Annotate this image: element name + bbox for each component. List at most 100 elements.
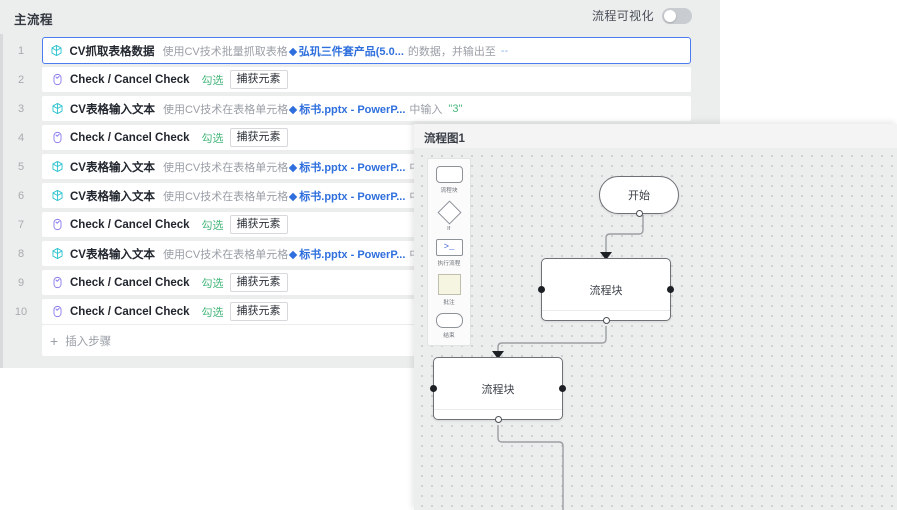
- step-name: CV抓取表格数据: [69, 45, 155, 58]
- diamond-shape-icon: [436, 200, 462, 225]
- step-number: 4: [17, 131, 25, 144]
- step-name: CV表格输入文本: [70, 161, 155, 174]
- step-row[interactable]: 3 CV表格输入文本 使用CV技术在表格单元格 标书.pptx - PowerP...…: [0, 94, 720, 123]
- node-divider: [434, 409, 562, 410]
- flow-node-block-1[interactable]: 流程块: [538, 258, 674, 324]
- cv-cube-icon: [50, 189, 64, 203]
- palette-process-block[interactable]: 流程块: [428, 166, 470, 194]
- visualize-toggle[interactable]: [662, 7, 692, 24]
- step-number: 5: [17, 160, 25, 173]
- step-description: 使用CV技术在表格单元格: [162, 248, 289, 261]
- port-start-bottom[interactable]: [635, 210, 643, 217]
- diamond-icon: [289, 250, 298, 259]
- value-token: 勾选: [201, 219, 224, 232]
- step-name: CV表格输入文本: [70, 103, 155, 116]
- capture-element-button[interactable]: 捕获元素: [229, 127, 288, 148]
- step-description: 的数据，并输出至: [407, 45, 496, 58]
- element-token-label: 标书.pptx - PowerP...: [299, 161, 406, 174]
- cv-cube-icon: [50, 247, 64, 261]
- flowchart-panel: 流程图1 流程块 If >_ 执行流程 批注 结束 开始 流程块 流程块: [414, 124, 897, 510]
- element-token[interactable]: 弘玑三件套产品(5.0...: [288, 43, 404, 59]
- flow-node-start-label: 开始: [628, 190, 650, 202]
- palette-item-label: 执行流程: [437, 261, 461, 267]
- capture-element-button[interactable]: 捕获元素: [229, 272, 288, 293]
- step-row[interactable]: 2 Check / Cancel Check 勾选 捕获元素: [0, 65, 720, 94]
- capture-element-button[interactable]: 捕获元素: [229, 69, 288, 90]
- port-block2-bottom[interactable]: [494, 416, 502, 423]
- flowchart-canvas[interactable]: 流程块 If >_ 执行流程批注结束 开始 流程块 流程块: [414, 148, 897, 510]
- step-description: 使用CV技术批量抓取表格: [162, 45, 288, 58]
- palette-end[interactable]: 结束: [428, 313, 470, 339]
- palette-run-flow[interactable]: >_ 执行流程: [428, 239, 470, 267]
- step-name: Check / Cancel Check: [70, 131, 190, 144]
- diamond-icon: [288, 47, 298, 56]
- step-card[interactable]: CV抓取表格数据 使用CV技术批量抓取表格 弘玑三件套产品(5.0... 的数据，并输…: [42, 37, 691, 64]
- note-shape-icon: [437, 274, 461, 295]
- workflow-header: 主流程 流程可视化: [0, 0, 720, 34]
- port-block1-right[interactable]: [667, 286, 674, 293]
- insert-step-inner: + 插入步骤: [50, 333, 111, 349]
- port-block2-right[interactable]: [559, 385, 566, 392]
- port-block1-left[interactable]: [538, 286, 545, 293]
- element-token-label: 标书.pptx - PowerP...: [299, 103, 406, 116]
- flowchart-header: 流程图1: [414, 124, 897, 148]
- step-number: 2: [17, 73, 25, 86]
- step-card[interactable]: CV表格输入文本使用CV技术在表格单元格标书.pptx - PowerP...中…: [42, 96, 691, 121]
- toggle-knob: [664, 9, 676, 22]
- step-number: 7: [17, 218, 25, 231]
- value-token: 勾选: [201, 277, 224, 290]
- port-block1-bottom[interactable]: [602, 317, 610, 324]
- cv-cube-icon: [50, 44, 64, 58]
- element-token-label: 标书.pptx - PowerP...: [299, 190, 406, 203]
- check-square-icon: [50, 218, 64, 232]
- step-description: 使用CV技术在表格单元格: [162, 190, 289, 203]
- flowchart-title: 流程图1: [424, 133, 465, 145]
- shape-palette[interactable]: 流程块 If >_ 执行流程批注结束: [427, 158, 471, 346]
- visualize-toggle-group[interactable]: 流程可视化: [592, 7, 692, 24]
- port-block2-left[interactable]: [430, 385, 437, 392]
- value-token: 勾选: [201, 74, 224, 87]
- output-token[interactable]: --: [501, 45, 508, 57]
- palette-note[interactable]: 批注: [428, 274, 470, 306]
- element-token[interactable]: 标书.pptx - PowerP...: [289, 101, 406, 117]
- check-square-icon: [50, 305, 64, 319]
- diamond-icon: [289, 105, 298, 114]
- capture-element-button[interactable]: 捕获元素: [229, 214, 288, 235]
- step-number: 10: [14, 305, 28, 318]
- step-name: Check / Cancel Check: [70, 218, 190, 231]
- terminal-shape-icon: >_: [435, 239, 463, 256]
- step-description: 中输入: [409, 103, 443, 116]
- step-name: Check / Cancel Check: [70, 73, 190, 86]
- edge-block1-to-block2: [497, 326, 607, 351]
- rect-shape-icon: [435, 166, 463, 183]
- end-shape-icon: [435, 313, 463, 328]
- element-token[interactable]: 标书.pptx - PowerP...: [289, 188, 406, 204]
- flow-node-start[interactable]: 开始: [599, 176, 679, 217]
- palette-if[interactable]: If: [428, 200, 470, 232]
- value-token: "3": [448, 102, 463, 115]
- step-row[interactable]: 1 CV抓取表格数据 使用CV技术批量抓取表格 弘玑三件套产品(5.0... 的数据，并…: [0, 36, 720, 65]
- flow-node-block-2-label: 流程块: [481, 383, 515, 396]
- element-token[interactable]: 标书.pptx - PowerP...: [289, 246, 405, 262]
- element-token[interactable]: 标书.pptx - PowerP...: [289, 159, 406, 175]
- edge-block2-out: [497, 425, 564, 510]
- flow-node-block-1-label: 流程块: [589, 284, 623, 297]
- step-description: 使用CV技术在表格单元格: [162, 103, 289, 116]
- visualize-label: 流程可视化: [591, 9, 654, 23]
- page-title: 主流程: [14, 13, 54, 27]
- palette-item-label: 结束: [443, 333, 455, 339]
- value-token: 勾选: [201, 306, 224, 319]
- palette-item-label: 流程块: [440, 188, 458, 194]
- insert-step-label: 插入步骤: [65, 335, 112, 348]
- flow-node-block-2[interactable]: 流程块: [430, 357, 566, 423]
- palette-item-label: If: [447, 226, 451, 232]
- step-card[interactable]: Check / Cancel Check 勾选 捕获元素: [42, 67, 691, 92]
- capture-element-button[interactable]: 捕获元素: [229, 301, 288, 322]
- check-square-icon: [50, 131, 64, 145]
- step-name: Check / Cancel Check: [70, 276, 190, 289]
- step-name: CV表格输入文本: [70, 190, 155, 203]
- cv-cube-icon: [50, 102, 64, 116]
- plus-icon: +: [50, 332, 59, 349]
- value-token: 勾选: [201, 132, 224, 145]
- element-token-label: 弘玑三件套产品(5.0...: [298, 45, 404, 58]
